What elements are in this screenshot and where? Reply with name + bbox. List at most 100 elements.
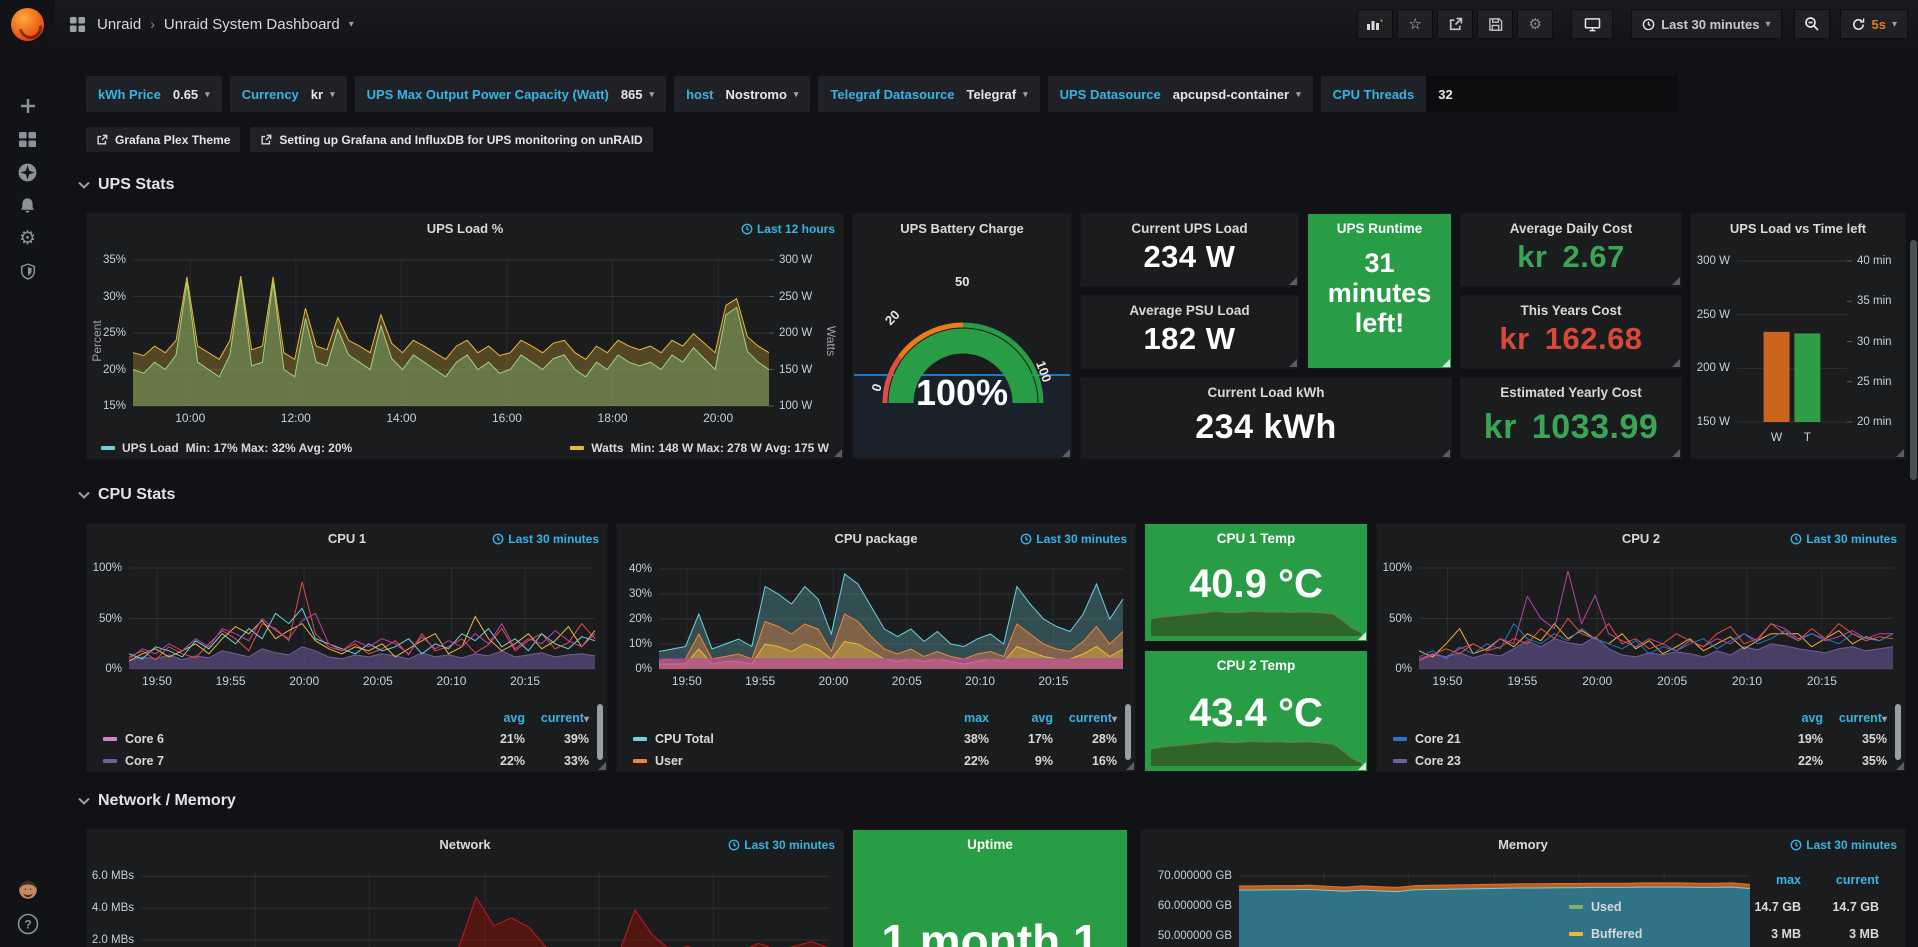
axis-tick: 19:55 bbox=[745, 674, 775, 688]
time-range-link[interactable]: Last 30 minutes bbox=[1790, 838, 1897, 852]
axis-tick: 250 W bbox=[779, 291, 812, 303]
resize-handle[interactable] bbox=[1442, 359, 1450, 367]
panel-cpu2-temp: CPU 2 Temp 43.4 °C bbox=[1144, 650, 1368, 772]
resize-handle[interactable] bbox=[1289, 359, 1297, 367]
axis-tick: 40 min bbox=[1857, 255, 1892, 267]
share-button[interactable] bbox=[1437, 9, 1473, 39]
cpu-package-chart[interactable]: 40%30%20%10%0%19:5019:5520:0020:0520:102… bbox=[617, 524, 1135, 702]
ups-load-chart[interactable]: 35%30%25%20%15%300 W250 W200 W150 W100 W… bbox=[87, 242, 843, 434]
help-icon[interactable]: ? bbox=[17, 913, 39, 935]
panel-current-ups-load: Current UPS Load 234 W bbox=[1080, 213, 1299, 287]
legend-sort-current[interactable]: current▾ bbox=[1823, 711, 1887, 725]
legend-sort-avg[interactable]: avg bbox=[989, 711, 1053, 725]
clock-icon bbox=[492, 533, 504, 545]
chart-canvas bbox=[1151, 730, 1361, 766]
link-grafana-plex-theme[interactable]: Grafana Plex Theme bbox=[86, 127, 240, 152]
time-range-link[interactable]: Last 30 minutes bbox=[728, 838, 835, 852]
resize-handle[interactable] bbox=[1289, 277, 1297, 285]
grafana-logo[interactable] bbox=[11, 8, 44, 41]
svg-text:?: ? bbox=[24, 918, 31, 932]
alerting-bell-icon[interactable] bbox=[17, 194, 39, 216]
ups-load-vs-time-chart[interactable]: 300 W250 W200 W150 W40 min35 min30 min25… bbox=[1691, 214, 1905, 460]
legend-row[interactable]: Core 722%33% bbox=[103, 750, 589, 772]
axis-tick: 20:15 bbox=[1038, 674, 1068, 688]
section-ups-stats[interactable]: UPS Stats bbox=[78, 176, 174, 194]
variable-host[interactable]: host Nostromo▾ bbox=[674, 76, 810, 112]
star-button[interactable]: ☆ bbox=[1397, 9, 1433, 39]
resize-handle[interactable] bbox=[1062, 449, 1070, 457]
variable-telegraf-datasource[interactable]: Telegraf Datasource Telegraf▾ bbox=[818, 76, 1039, 112]
external-link-icon bbox=[260, 134, 272, 146]
create-plus-icon[interactable] bbox=[17, 95, 39, 117]
dashboards-icon[interactable] bbox=[17, 128, 39, 150]
legend-sort-current[interactable]: current▾ bbox=[1053, 711, 1117, 725]
section-cpu-stats[interactable]: CPU Stats bbox=[78, 486, 175, 504]
cycle-view-button[interactable] bbox=[1571, 9, 1613, 39]
legend-row[interactable]: Core 2322%35% bbox=[1393, 750, 1887, 772]
add-panel-button[interactable] bbox=[1357, 9, 1393, 39]
legend-row[interactable]: Core 621%39% bbox=[103, 728, 589, 750]
axis-tick: 20 min bbox=[1857, 416, 1892, 428]
resize-handle[interactable] bbox=[1896, 449, 1904, 457]
time-range-link[interactable]: Last 30 minutes bbox=[1020, 532, 1127, 546]
chevron-down-icon bbox=[78, 797, 90, 805]
settings-button[interactable]: ⚙ bbox=[1517, 9, 1553, 39]
legend-scrollbar[interactable] bbox=[597, 704, 603, 760]
panel-title[interactable]: UPS Load vs Time left bbox=[1691, 221, 1905, 236]
zoom-out-button[interactable] bbox=[1794, 9, 1830, 39]
resize-handle[interactable] bbox=[1126, 762, 1134, 770]
time-range-link[interactable]: Last 30 minutes bbox=[1790, 532, 1897, 546]
time-range-picker[interactable]: Last 30 minutes ▾ bbox=[1631, 9, 1781, 39]
legend-sort-avg[interactable]: avg bbox=[1759, 711, 1823, 725]
variable-ups-datasource[interactable]: UPS Datasource apcupsd-container▾ bbox=[1048, 76, 1313, 112]
legend-scrollbar[interactable] bbox=[1895, 704, 1901, 760]
legend-sort-current[interactable]: current▾ bbox=[525, 711, 589, 725]
legend-row[interactable]: Buffered3 MB3 MB bbox=[1569, 920, 1879, 947]
resize-handle[interactable] bbox=[1358, 762, 1366, 770]
chevron-down-icon[interactable]: ▾ bbox=[349, 19, 354, 30]
axis-tick: 150 W bbox=[1697, 416, 1730, 428]
legend-entry[interactable]: UPS LoadMin: 17% Max: 32% Avg: 20% bbox=[101, 441, 352, 455]
cpu-threads-input[interactable] bbox=[1426, 76, 1678, 112]
panel-title[interactable]: UPS Battery Charge bbox=[853, 221, 1071, 236]
legend-sort-avg[interactable]: avg bbox=[461, 711, 525, 725]
legend-row[interactable]: CPU Total38%17%28% bbox=[633, 728, 1117, 750]
legend-scrollbar[interactable] bbox=[1125, 704, 1131, 760]
resize-handle[interactable] bbox=[1896, 762, 1904, 770]
resize-handle[interactable] bbox=[1442, 449, 1450, 457]
legend-row[interactable]: Used14.7 GB14.7 GB bbox=[1569, 893, 1879, 920]
legend-row[interactable]: User22%9%16% bbox=[633, 750, 1117, 772]
panel-title[interactable]: UPS Load % bbox=[87, 221, 843, 236]
cpu2-chart[interactable]: 100%50%0%19:5019:5520:0020:0520:1020:15 bbox=[1377, 524, 1905, 702]
variable-kwh-price[interactable]: kWh Price 0.65▾ bbox=[86, 76, 222, 112]
save-button[interactable] bbox=[1477, 9, 1513, 39]
apps-grid-icon[interactable] bbox=[66, 13, 88, 35]
legend-entry[interactable]: WattsMin: 148 W Max: 278 W Avg: 175 W bbox=[570, 441, 829, 455]
resize-handle[interactable] bbox=[1672, 277, 1680, 285]
resize-handle[interactable] bbox=[1672, 449, 1680, 457]
time-range-link[interactable]: Last 12 hours bbox=[741, 222, 835, 236]
resize-handle[interactable] bbox=[834, 449, 842, 457]
server-admin-shield-icon[interactable] bbox=[17, 260, 39, 282]
legend-sort-current[interactable]: current bbox=[1801, 873, 1879, 887]
section-network-memory[interactable]: Network / Memory bbox=[78, 792, 236, 810]
breadcrumb-app[interactable]: Unraid bbox=[97, 16, 141, 33]
legend-header: avgcurrent▾ bbox=[103, 708, 589, 728]
legend-sort-max[interactable]: max bbox=[1723, 873, 1801, 887]
variable-currency[interactable]: Currency kr▾ bbox=[230, 76, 347, 112]
resize-handle[interactable] bbox=[1672, 359, 1680, 367]
resize-handle[interactable] bbox=[598, 762, 606, 770]
user-avatar[interactable] bbox=[17, 879, 39, 901]
explore-compass-icon[interactable] bbox=[17, 161, 39, 183]
legend-row[interactable]: Core 2119%35% bbox=[1393, 728, 1887, 750]
variable-ups-max-output[interactable]: UPS Max Output Power Capacity (Watt) 865… bbox=[355, 76, 666, 112]
configuration-gear-icon[interactable]: ⚙ bbox=[17, 227, 39, 249]
page-scrollbar[interactable] bbox=[1910, 240, 1917, 480]
cpu1-chart[interactable]: 100%50%0%19:5019:5520:0020:0520:1020:15 bbox=[87, 524, 607, 702]
time-range-link[interactable]: Last 30 minutes bbox=[492, 532, 599, 546]
refresh-picker[interactable]: 5s ▾ bbox=[1840, 9, 1909, 39]
legend-sort-max[interactable]: max bbox=[925, 711, 989, 725]
resize-handle[interactable] bbox=[1358, 632, 1366, 640]
breadcrumb-page-title[interactable]: Unraid System Dashboard bbox=[164, 16, 340, 33]
link-ups-monitoring-guide[interactable]: Setting up Grafana and InfluxDB for UPS … bbox=[250, 127, 652, 152]
